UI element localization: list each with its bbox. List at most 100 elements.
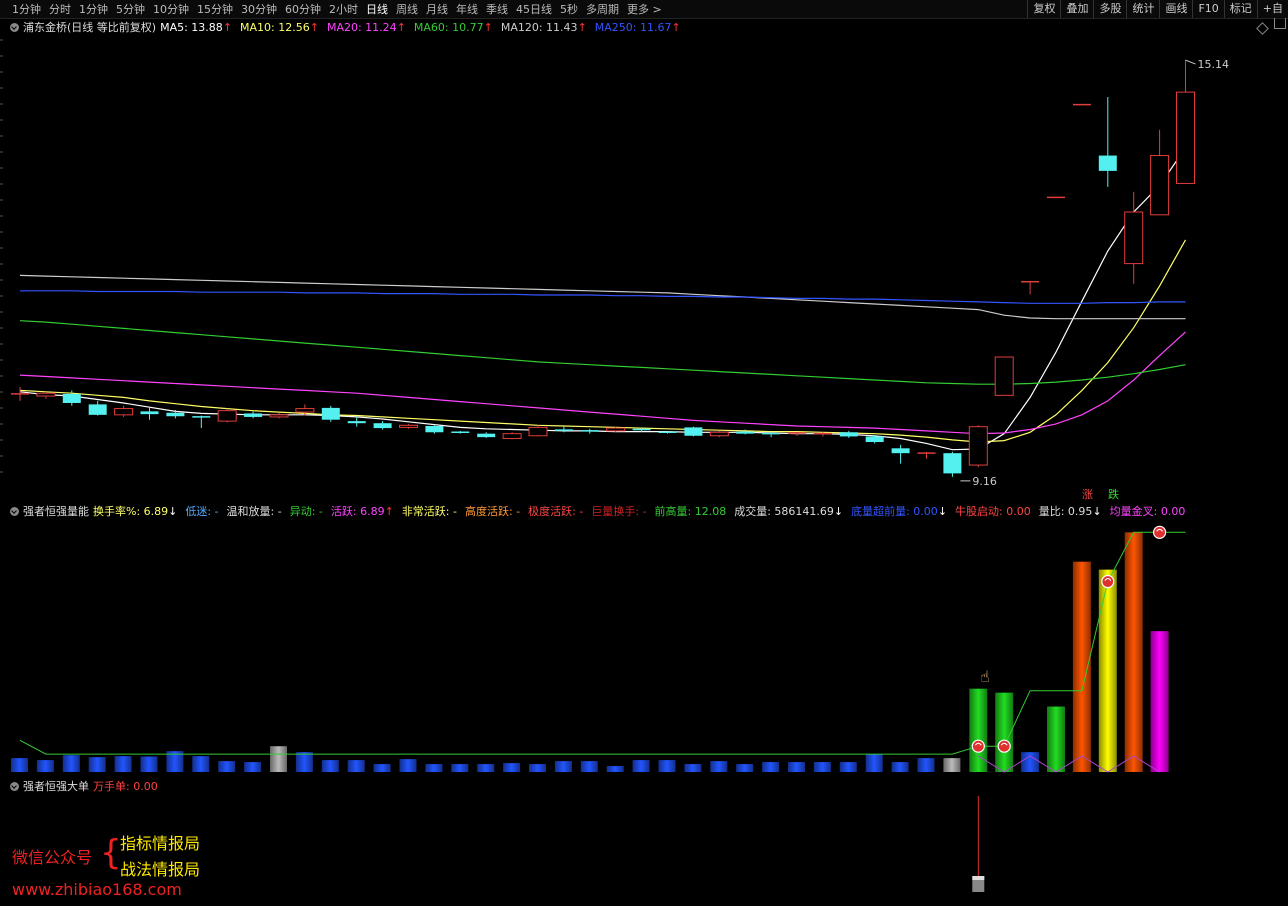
toolbar-right-buttons: 复权 叠加 多股 统计 画线 F10 标记 +自 [1027, 0, 1288, 18]
volume-bar [813, 762, 831, 772]
low-price-label: 9.16 [972, 475, 997, 488]
big-order-legend-item-text: 万手单: 0.00 [93, 780, 158, 793]
big-order-legend-items: 万手单: 0.00 [93, 778, 166, 794]
arrow-down-icon: ↓ [168, 505, 178, 518]
arrow-down-icon: ↓ [833, 505, 844, 518]
volume-legend-item: 底量超前量: 0.00↓ [851, 503, 947, 519]
candle-body [528, 426, 548, 437]
period-tab[interactable]: 日线 [366, 1, 388, 17]
candle-body [943, 453, 962, 474]
period-tab[interactable]: 60分钟 [285, 1, 321, 17]
big-order-bar-cap [972, 876, 985, 880]
signal-marker [1152, 525, 1167, 539]
period-tab[interactable]: 1分钟 [12, 1, 41, 17]
candle-body [244, 413, 263, 417]
volume-legend: 强者恒强量能 换手率%: 6.89↓ 低迷: - 温和放量: - 异动: - 活跃: 6… [0, 502, 1193, 520]
volume-legend-item-text: 均量金叉: 0.00 [1109, 505, 1186, 518]
volume-legend-item-text: 非常活跃: - [401, 505, 457, 518]
candle-body [347, 421, 366, 424]
toolbar-button[interactable]: 复权 [1027, 0, 1060, 18]
candle-body [269, 414, 289, 418]
volume-bar [1021, 752, 1040, 772]
tag-down: 跌 [1108, 487, 1119, 501]
period-tab[interactable]: 15分钟 [197, 1, 233, 17]
period-tab[interactable]: 月线 [426, 1, 448, 17]
toolbar-button[interactable]: 画线 [1159, 0, 1192, 18]
high-pointer [1185, 59, 1196, 65]
volume-legend-item-text: 极度活跃: - [528, 505, 584, 518]
volume-bar [114, 756, 132, 772]
volume-bar [865, 754, 883, 772]
toolbar-button[interactable]: +自 [1256, 0, 1288, 18]
period-tab[interactable]: 周线 [396, 1, 418, 17]
candle-body [502, 433, 522, 440]
candle-body [425, 425, 444, 433]
toolbar-button[interactable]: 多股 [1093, 0, 1126, 18]
volume-bar [192, 756, 210, 772]
volume-legend-item-text: 异动: - [289, 505, 323, 518]
collapse-icon[interactable] [10, 506, 19, 516]
watermark-url: www.zhibiao168.com [12, 880, 182, 899]
candle-body [736, 431, 755, 434]
candle-body [477, 433, 496, 438]
candle-body [684, 427, 703, 436]
big-order-legend: 强者恒强大单 万手单: 0.00 [0, 777, 166, 795]
period-tab[interactable]: 5秒 [560, 1, 578, 17]
candle-body [994, 356, 1014, 396]
volume-legend-item-text: 前高量: 12.08 [654, 505, 727, 518]
toolbar-button[interactable]: 标记 [1223, 0, 1257, 18]
period-tab[interactable]: 季线 [486, 1, 508, 17]
toolbar-button[interactable]: F10 [1192, 0, 1223, 18]
toolbar-button[interactable]: 叠加 [1060, 0, 1093, 18]
volume-bar [373, 764, 391, 772]
volume-legend-item: 极度活跃: - [528, 503, 583, 519]
period-tab[interactable]: 多周期 [586, 1, 619, 17]
volume-bar [62, 755, 80, 772]
volume-bar [658, 760, 676, 772]
period-tab[interactable]: 更多 > [627, 1, 662, 17]
candle-body [295, 408, 315, 413]
volume-legend-item: 异动: - [290, 503, 323, 519]
period-tab[interactable]: 1分钟 [79, 1, 108, 17]
volume-bar [788, 762, 805, 772]
collapse-icon[interactable] [10, 781, 19, 791]
volume-legend-item: 非常活跃: - [402, 503, 457, 519]
volume-bar [88, 757, 106, 772]
ma-line [20, 290, 1186, 304]
candle-body [217, 410, 237, 422]
volume-bar [11, 758, 28, 772]
volume-bar [295, 752, 313, 772]
volume-bar [1072, 561, 1091, 772]
period-tab[interactable]: 45日线 [516, 1, 552, 17]
volume-bar [632, 760, 650, 772]
candle-body [373, 423, 392, 429]
candle-body [140, 411, 159, 415]
watermark-name-1: 指标情报局 [120, 834, 201, 853]
arrow-down-icon: ↓ [1092, 505, 1102, 518]
volume-bar [529, 764, 546, 772]
period-tab[interactable]: 30分钟 [241, 1, 277, 17]
volume-bar [270, 746, 287, 772]
toolbar-button[interactable]: 统计 [1126, 0, 1159, 18]
volume-bar [1124, 532, 1143, 772]
volume-bar [710, 761, 728, 772]
period-tab[interactable]: 分时 [49, 1, 71, 17]
volume-legend-item-text: 换手率%: 6.89 [93, 505, 169, 518]
volume-legend-item: 高度活跃: - [465, 503, 520, 519]
arrow-up-icon: ↑ [384, 505, 394, 518]
period-tab[interactable]: 年线 [456, 1, 478, 17]
volume-bar [218, 761, 236, 772]
period-tab[interactable]: 2小时 [329, 1, 358, 17]
candle-body [36, 392, 56, 397]
period-tab[interactable]: 5分钟 [116, 1, 145, 17]
volume-bar [943, 758, 961, 772]
candle-body [709, 431, 729, 437]
volume-legend-item-text: 活跃: 6.89 [330, 505, 385, 518]
period-tab[interactable]: 10分钟 [153, 1, 189, 17]
watermark-label: 微信公众号 [12, 848, 93, 867]
volume-bar [244, 762, 262, 772]
volume-bar [606, 766, 624, 772]
volume-legend-item-text: 底量超前量: 0.00 [851, 505, 938, 518]
ma-line [19, 239, 1187, 443]
period-tabs: 1分钟 分时 1分钟 5分钟 10分钟 15分钟 30分钟 60分钟 2小时 日线 周线 月线 年线 季线… [0, 1, 670, 17]
